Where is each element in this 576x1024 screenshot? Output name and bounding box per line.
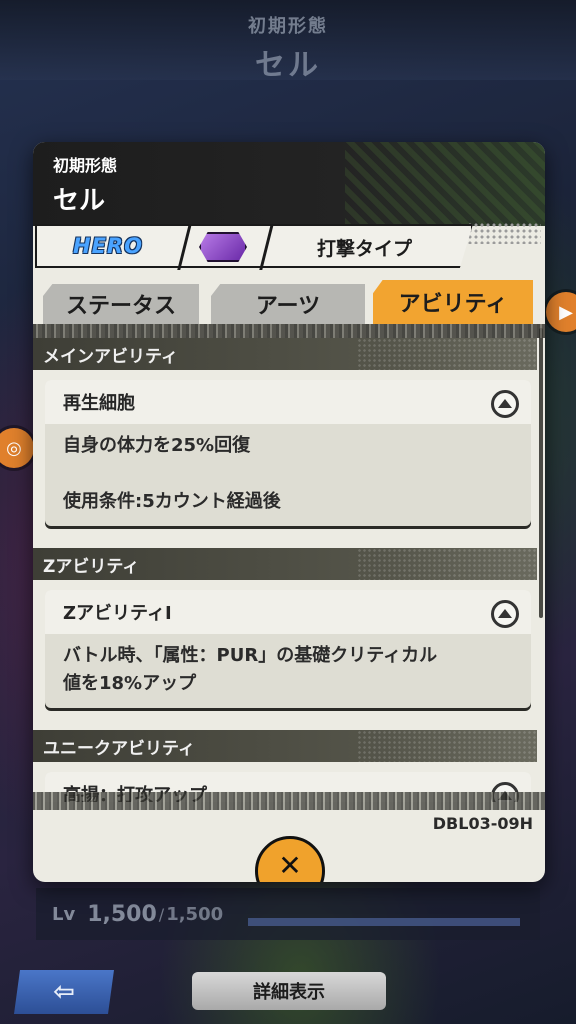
close-button-wrap: ✕	[229, 828, 349, 882]
ability-spacer-line	[63, 460, 513, 488]
scroll-edge-decoration	[33, 792, 545, 810]
collapse-arrow-icon[interactable]	[491, 390, 519, 418]
hero-badge: HERO	[73, 234, 143, 258]
ability-effect-line: バトル時、「属性：PUR」の基礎クリティカル	[63, 645, 438, 666]
card-code: DBL03-09H	[432, 814, 533, 833]
camera-icon: ◎	[6, 437, 22, 459]
ability-card-header[interactable]: ZアビリティI	[45, 590, 531, 634]
level-bar: Lv 1,500 / 1,500	[36, 888, 540, 940]
element-crystal-icon	[199, 232, 247, 262]
section-header-z-ability: Zアビリティ	[33, 548, 537, 580]
level-progress-track	[248, 918, 520, 926]
close-icon: ✕	[278, 849, 302, 882]
ability-card: ZアビリティI バトル時、「属性：PUR」の基礎クリティカル 値を18%アップ	[45, 590, 531, 708]
back-button[interactable]: ⇦	[14, 970, 114, 1014]
modal-header: 初期形態 セル	[33, 142, 545, 226]
tab-ability[interactable]: アビリティ	[373, 280, 533, 324]
level-separator: /	[158, 904, 165, 924]
tab-status[interactable]: ステータス	[43, 284, 199, 324]
ability-name: ZアビリティI	[63, 603, 172, 624]
ability-description: バトル時、「属性：PUR」の基礎クリティカル 値を18%アップ	[45, 634, 531, 708]
character-name: セル	[53, 186, 106, 216]
ability-card-header[interactable]: 再生細胞	[45, 380, 531, 424]
level-label: Lv	[52, 903, 76, 925]
collapse-arrow-icon[interactable]	[491, 600, 519, 628]
level-max: 1,500	[166, 903, 224, 925]
attack-type-label: 打撃タイプ	[317, 238, 413, 260]
ability-effect-line: 自身の体力を25%回復	[63, 435, 251, 456]
ability-description: 自身の体力を25%回復 使用条件:5カウント経過後	[45, 424, 531, 526]
section-header-main-ability: メインアビリティ	[33, 338, 537, 370]
tab-bar: ステータス アーツ アビリティ	[33, 278, 545, 326]
back-arrow-icon: ⇦	[53, 977, 75, 1007]
background-title-band: 初期形態 セル	[0, 0, 576, 83]
ability-effect-line: 値を18%アップ	[63, 673, 197, 694]
detail-view-button[interactable]: 詳細表示	[192, 972, 386, 1010]
character-detail-modal: 初期形態 セル HERO 打撃タイプ ステータス アーツ アビリティ メインアビ…	[33, 142, 545, 882]
ability-condition-line: 使用条件:5カウント経過後	[63, 491, 281, 512]
background-form-label: 初期形態	[248, 16, 328, 37]
ability-card: 再生細胞 自身の体力を25%回復 使用条件:5カウント経過後	[45, 380, 531, 526]
ability-scroll-area[interactable]: メインアビリティ 再生細胞 自身の体力を25%回復 使用条件:5カウント経過後 …	[33, 324, 545, 802]
scrollbar[interactable]	[539, 328, 543, 618]
ability-name: 再生細胞	[63, 393, 135, 414]
tab-arts[interactable]: アーツ	[211, 284, 365, 324]
video-camera-icon: ▶	[559, 301, 573, 323]
background-character-name: セル	[255, 48, 321, 83]
level-current: 1,500	[87, 901, 157, 927]
form-label: 初期形態	[53, 156, 118, 175]
section-header-unique-ability: ユニークアビリティ	[33, 730, 537, 762]
type-row: HERO 打撃タイプ	[33, 220, 545, 272]
